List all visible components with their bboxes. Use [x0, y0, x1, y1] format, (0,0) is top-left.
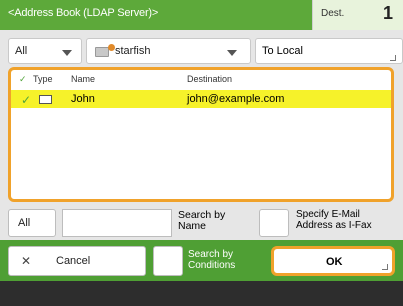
corner-mark-icon	[382, 264, 388, 270]
all-label: All	[18, 217, 31, 229]
ok-label: OK	[326, 256, 343, 268]
search-input[interactable]	[62, 209, 172, 237]
column-destination: Destination	[187, 74, 233, 84]
close-icon: ✕	[21, 254, 32, 268]
checkmark-icon: ✓	[21, 93, 32, 107]
person-icon	[108, 44, 115, 51]
row-destination: john@example.com	[187, 93, 285, 105]
dest-label: Dest.	[321, 8, 345, 19]
ok-button[interactable]: OK	[271, 246, 395, 276]
cancel-label: Cancel	[56, 255, 91, 267]
table-row[interactable]: ✓ John john@example.com	[11, 90, 391, 108]
address-list[interactable]: ✓ Type Name Destination ✓ John john@exam…	[8, 67, 394, 202]
server-select[interactable]: starfish	[86, 38, 251, 64]
status-strip	[0, 281, 403, 306]
row-name: John	[71, 93, 95, 105]
to-local-label: To Local	[262, 45, 303, 57]
cancel-button[interactable]: ✕ Cancel	[8, 246, 146, 276]
list-header: ✓ Type Name Destination	[11, 70, 391, 88]
chevron-down-icon	[62, 50, 72, 56]
page-title: <Address Book (LDAP Server)>	[8, 7, 159, 19]
search-by-name-text: Search by Name	[178, 209, 226, 232]
search-by-conditions-label[interactable]: Search by Conditions	[188, 244, 260, 278]
destination-counter: Dest. 1	[312, 0, 403, 30]
category-select[interactable]: All	[8, 38, 82, 64]
corner-mark-icon	[390, 55, 396, 61]
column-name: Name	[71, 74, 96, 84]
search-by-name-label[interactable]: Search by Name	[178, 207, 248, 239]
specify-ifax-checkbox[interactable]	[259, 209, 289, 237]
dest-count: 1	[382, 3, 393, 23]
to-local-button[interactable]: To Local	[255, 38, 403, 64]
search-by-conditions-text: Search by Conditions	[188, 249, 236, 271]
email-type-icon	[39, 95, 52, 104]
specify-ifax-text: Specify E-Mail Address as I-Fax	[296, 209, 372, 231]
all-button[interactable]: All	[8, 209, 56, 237]
specify-ifax-label: Specify E-Mail Address as I-Fax	[296, 206, 398, 239]
address-book-icon	[95, 44, 115, 57]
category-select-value: All	[15, 45, 28, 57]
checkmark-icon: ✓	[19, 74, 27, 84]
server-select-value: starfish	[115, 45, 151, 57]
search-by-conditions-checkbox[interactable]	[153, 246, 183, 276]
chevron-down-icon	[227, 50, 237, 56]
column-type: Type	[33, 74, 53, 84]
